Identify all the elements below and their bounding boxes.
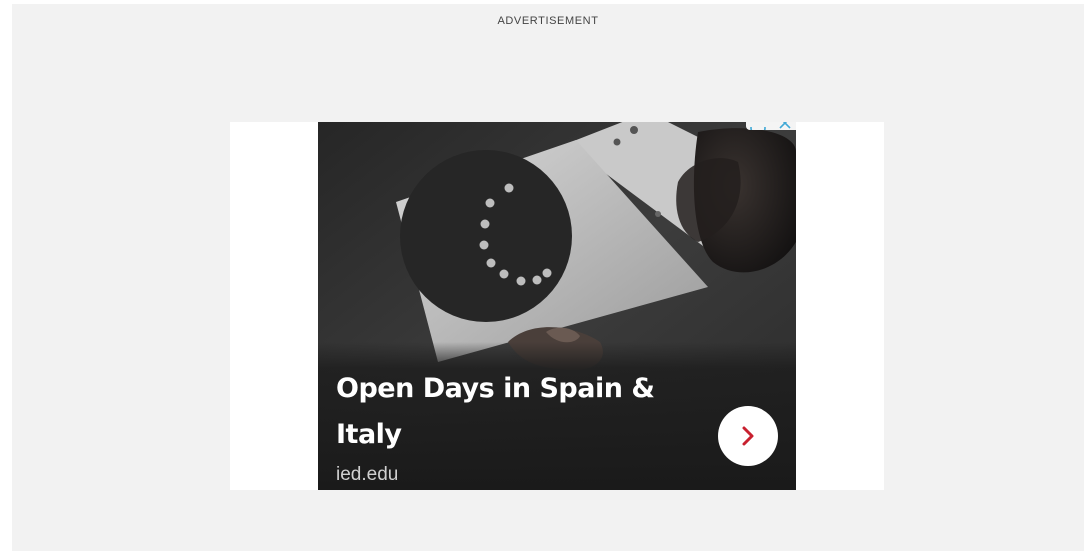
ad-domain[interactable]: ied.edu: [336, 464, 398, 486]
ad-headline[interactable]: Open Days in Spain & Italy: [336, 366, 696, 458]
chevron-right-icon: [742, 426, 754, 446]
ad-slot: Open Days in Spain & Italy ied.edu: [230, 122, 884, 490]
ad-container: ADVERTISEMENT Open Days in Spain & Italy…: [12, 4, 1084, 551]
ad-creative[interactable]: Open Days in Spain & Italy ied.edu: [318, 122, 796, 490]
close-icon[interactable]: [778, 122, 792, 130]
cta-button[interactable]: [718, 406, 778, 466]
advertisement-label: ADVERTISEMENT: [497, 15, 599, 27]
